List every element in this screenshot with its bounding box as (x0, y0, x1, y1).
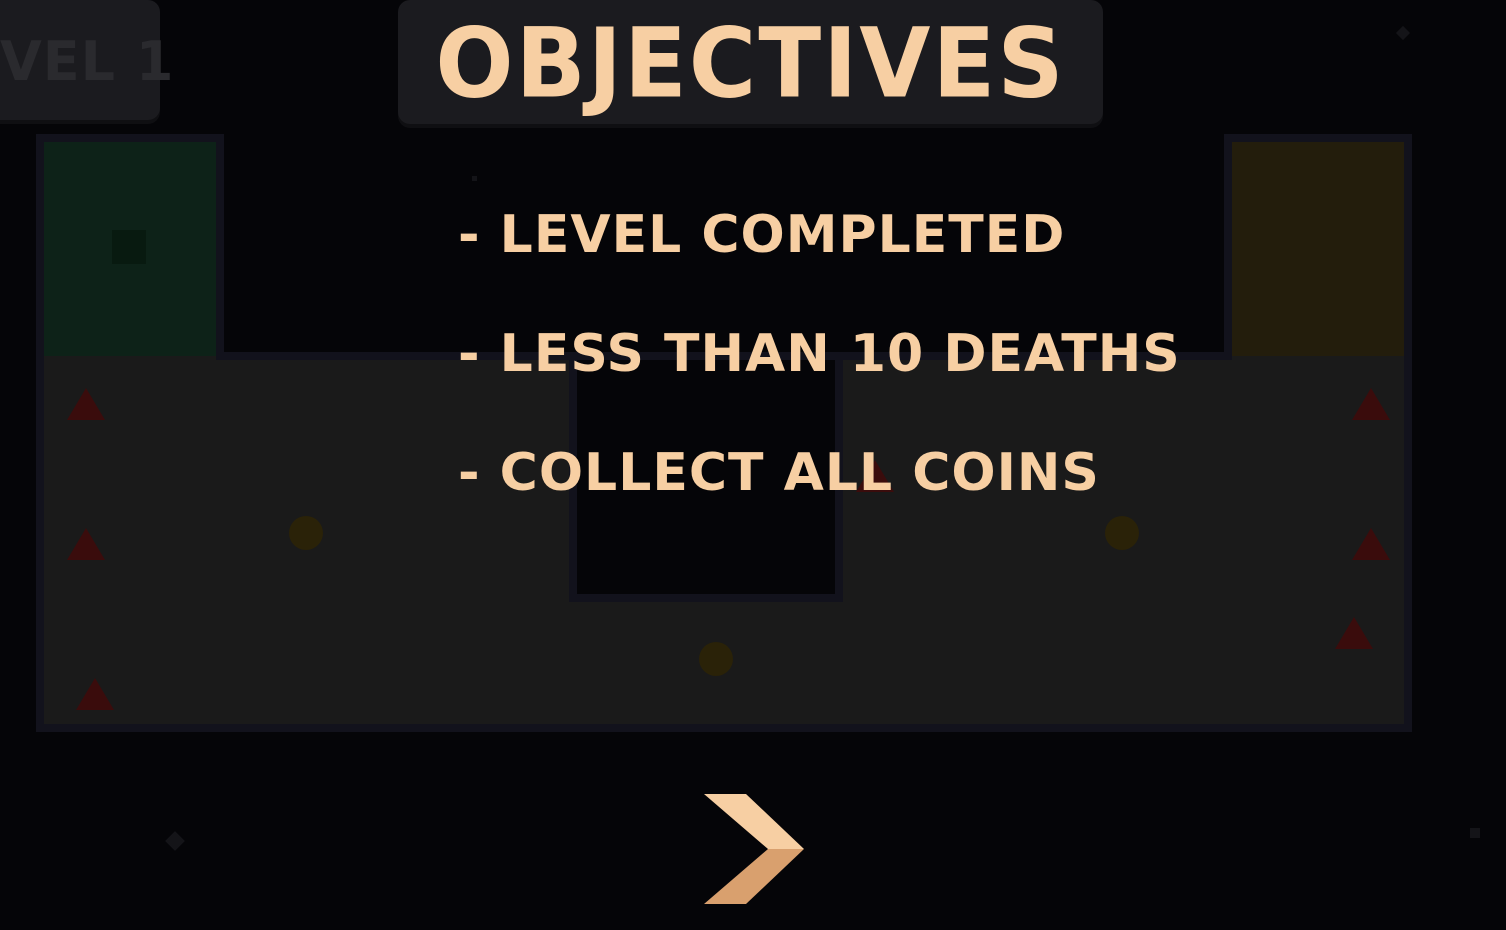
objective-item: - LESS THAN 10 DEATHS (458, 324, 1181, 384)
next-button[interactable] (700, 792, 806, 906)
goal-zone (1232, 142, 1404, 356)
coin (699, 642, 733, 676)
particle (1470, 828, 1480, 838)
level-label: VEL 1 (0, 30, 175, 93)
particle (472, 176, 477, 181)
coin (289, 516, 323, 550)
objectives-title-panel: OBJECTIVES (398, 0, 1103, 124)
particle (165, 831, 185, 851)
player-block (112, 230, 146, 264)
chevron-right-icon (704, 794, 804, 904)
objectives-title: OBJECTIVES (435, 7, 1066, 120)
particle (1395, 25, 1411, 41)
objective-item: - COLLECT ALL COINS (458, 443, 1100, 503)
level-indicator: VEL 1 (0, 0, 173, 120)
coin (1105, 516, 1139, 550)
objective-item: - LEVEL COMPLETED (458, 205, 1066, 265)
